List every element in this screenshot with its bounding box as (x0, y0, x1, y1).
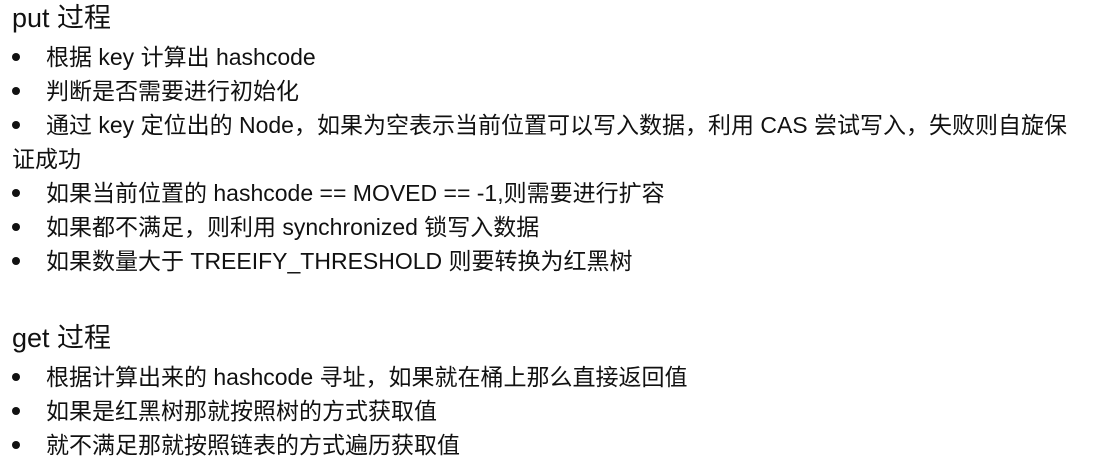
bullet-icon (12, 189, 20, 197)
list-item-text: 如果是红黑树那就按照树的方式获取值 (46, 398, 437, 424)
put-bullet-list: 根据 key 计算出 hashcode 判断是否需要进行初始化 通过 key 定… (0, 40, 1094, 278)
list-item-text: 根据计算出来的 hashcode 寻址，如果就在桶上那么直接返回值 (46, 364, 688, 390)
list-item: 判断是否需要进行初始化 (0, 74, 1094, 108)
list-item: 根据计算出来的 hashcode 寻址，如果就在桶上那么直接返回值 (0, 360, 1094, 394)
list-item-text: 如果当前位置的 hashcode == MOVED == -1,则需要进行扩容 (46, 180, 665, 206)
list-item-text: 如果数量大于 TREEIFY_THRESHOLD 则要转换为红黑树 (46, 248, 633, 274)
bullet-icon (12, 407, 20, 415)
put-section-title: put 过程 (12, 3, 112, 33)
list-item: 根据 key 计算出 hashcode (0, 40, 1094, 74)
list-item-text: 通过 key 定位出的 Node，如果为空表示当前位置可以写入数据，利用 CAS… (12, 112, 1068, 172)
list-item: 如果当前位置的 hashcode == MOVED == -1,则需要进行扩容 (0, 176, 1094, 210)
bullet-icon (12, 223, 20, 231)
list-item-text: 就不满足那就按照链表的方式遍历获取值 (46, 432, 460, 458)
list-item: 如果都不满足，则利用 synchronized 锁写入数据 (0, 210, 1094, 244)
list-item: 通过 key 定位出的 Node，如果为空表示当前位置可以写入数据，利用 CAS… (0, 108, 1082, 176)
document-page: put 过程 根据 key 计算出 hashcode 判断是否需要进行初始化 通… (0, 0, 1094, 473)
bullet-icon (12, 257, 20, 265)
get-section-title: get 过程 (12, 323, 112, 353)
get-bullet-list: 根据计算出来的 hashcode 寻址，如果就在桶上那么直接返回值 如果是红黑树… (0, 360, 1094, 462)
list-item: 如果数量大于 TREEIFY_THRESHOLD 则要转换为红黑树 (0, 244, 1094, 278)
list-item: 就不满足那就按照链表的方式遍历获取值 (0, 428, 1094, 462)
bullet-icon (12, 121, 20, 129)
bullet-icon (12, 87, 20, 95)
list-item-text: 判断是否需要进行初始化 (46, 78, 299, 104)
bullet-icon (12, 441, 20, 449)
bullet-icon (12, 53, 20, 61)
list-item: 如果是红黑树那就按照树的方式获取值 (0, 394, 1094, 428)
list-item-text: 如果都不满足，则利用 synchronized 锁写入数据 (46, 214, 540, 240)
bullet-icon (12, 373, 20, 381)
list-item-text: 根据 key 计算出 hashcode (46, 44, 316, 70)
